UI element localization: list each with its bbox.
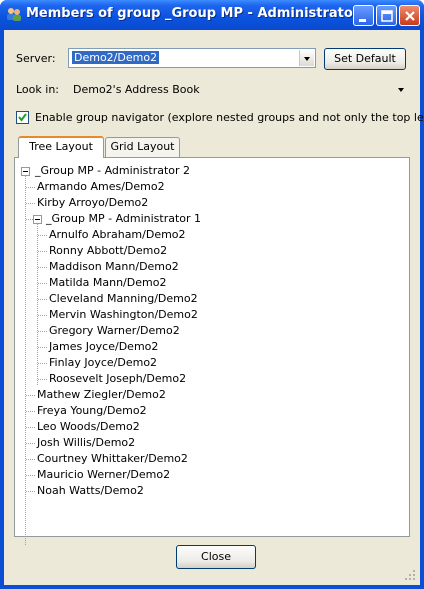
tree-node-member[interactable]: Mauricio Werner/Demo2: [37, 467, 170, 483]
maximize-button[interactable]: [376, 5, 397, 26]
tab-grid-layout[interactable]: Grid Layout: [105, 137, 180, 157]
tree-node-member[interactable]: Finlay Joyce/Demo2: [49, 355, 157, 371]
title-bar[interactable]: Members of group _Group MP - Administrat…: [0, 0, 424, 30]
tree-node-member[interactable]: Josh Willis/Demo2: [37, 435, 135, 451]
server-label: Server:: [16, 52, 56, 65]
tree-connector: [26, 443, 35, 444]
look-in-value: Demo2's Address Book: [73, 83, 200, 96]
tree-connector: [38, 251, 47, 252]
dialog-body: Server: Demo2/Demo2 Set Default Look in:…: [4, 30, 424, 585]
tree-node-subgroup[interactable]: _Group MP - Administrator 1: [46, 211, 201, 227]
tree-node-member[interactable]: Armando Ames/Demo2: [37, 179, 165, 195]
close-window-button[interactable]: [399, 5, 420, 26]
tree-connector: [38, 331, 47, 332]
group-navigator-checkbox[interactable]: [16, 111, 29, 124]
tree-connector: [26, 411, 35, 412]
collapse-icon[interactable]: [33, 215, 42, 224]
tree-node-member[interactable]: Matilda Mann/Demo2: [49, 275, 166, 291]
tree-node-member[interactable]: Ronny Abbott/Demo2: [49, 243, 167, 259]
tree-node-member[interactable]: Roosevelt Joseph/Demo2: [49, 371, 186, 387]
tree-node-member[interactable]: Mathew Ziegler/Demo2: [37, 387, 166, 403]
tree-node-root-group[interactable]: _Group MP - Administrator 2: [35, 163, 190, 179]
chevron-down-icon[interactable]: [398, 88, 404, 92]
tree-node-member[interactable]: Leo Woods/Demo2: [37, 419, 140, 435]
group-icon: [7, 8, 21, 21]
tree-node-member[interactable]: Noah Watts/Demo2: [37, 483, 144, 499]
tree-connector: [26, 459, 35, 460]
tree-connector: [26, 203, 35, 204]
tree-connector: [37, 224, 38, 385]
window-title: Members of group _Group MP - Administrat…: [26, 6, 373, 21]
tree-connector: [26, 475, 35, 476]
tree-view[interactable]: _Group MP - Administrator 2 Armando Ames…: [14, 157, 410, 545]
tree-connector: [26, 187, 35, 188]
tree-node-member[interactable]: Mervin Washington/Demo2: [49, 307, 198, 323]
tab-tree-layout[interactable]: Tree Layout: [18, 136, 104, 158]
tree-connector: [38, 267, 47, 268]
tree-connector: [38, 347, 47, 348]
close-icon: [405, 11, 415, 21]
tree-connector: [38, 235, 47, 236]
tree-connector: [38, 283, 47, 284]
tree-connector: [26, 219, 33, 220]
tree-connector: [38, 315, 47, 316]
set-default-button[interactable]: Set Default: [324, 48, 406, 70]
server-value[interactable]: Demo2/Demo2: [72, 51, 160, 64]
maximize-icon: [381, 10, 393, 22]
look-in-label: Look in:: [16, 83, 59, 96]
minimize-icon: [359, 19, 366, 22]
server-combobox[interactable]: Demo2/Demo2: [68, 48, 316, 68]
tree-connector: [38, 363, 47, 364]
tree-node-member[interactable]: Kirby Arroyo/Demo2: [37, 195, 148, 211]
dialog-window: Members of group _Group MP - Administrat…: [0, 0, 424, 589]
tree-connector: [38, 379, 47, 380]
tree-connector: [25, 176, 26, 545]
tree-node-member[interactable]: Arnulfo Abraham/Demo2: [49, 227, 186, 243]
tree-connector: [26, 427, 35, 428]
tree-connector: [26, 395, 35, 396]
tree-node-member[interactable]: Maddison Mann/Demo2: [49, 259, 179, 275]
tree-node-member[interactable]: James Joyce/Demo2: [49, 339, 158, 355]
close-button[interactable]: Close: [176, 545, 256, 569]
tree-connector: [26, 491, 35, 492]
collapse-icon[interactable]: [21, 167, 30, 176]
tree-node-member[interactable]: Courtney Whittaker/Demo2: [37, 451, 188, 467]
look-in-dropdown[interactable]: Demo2's Address Book: [68, 79, 408, 99]
tree-connector: [38, 299, 47, 300]
minimize-button[interactable]: [353, 5, 374, 26]
tree-node-member[interactable]: Gregory Warner/Demo2: [49, 323, 180, 339]
group-navigator-label[interactable]: Enable group navigator (explore nested g…: [35, 111, 424, 124]
chevron-down-icon[interactable]: [299, 50, 314, 66]
resize-grip-icon[interactable]: [404, 569, 416, 581]
checkmark-icon: [18, 113, 27, 122]
tree-node-member[interactable]: Freya Young/Demo2: [37, 403, 147, 419]
tree-node-member[interactable]: Cleveland Manning/Demo2: [49, 291, 198, 307]
